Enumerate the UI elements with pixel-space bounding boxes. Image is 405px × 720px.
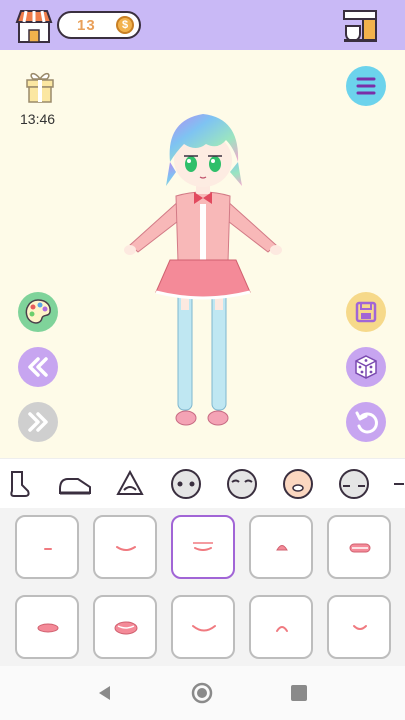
undo-icon [355,411,378,434]
mouth-option[interactable] [249,515,313,579]
face-eyes-icon[interactable] [167,465,205,503]
home-icon[interactable] [191,682,213,704]
mouth-6 [37,623,59,633]
mouth-option[interactable] [249,595,313,659]
gift-icon[interactable] [24,70,56,104]
mouth-10 [353,625,367,630]
mouth-4 [276,545,288,551]
mouth-2 [116,546,136,551]
random-button[interactable] [346,347,386,387]
fast-forward-icon [28,412,48,432]
face-blush-icon[interactable] [335,465,373,503]
save-icon [355,301,377,323]
face-mouth-icon[interactable] [279,465,317,503]
mouth-7 [114,621,138,635]
system-nav-bar [0,666,405,720]
save-button[interactable] [346,292,386,332]
mouth-1 [44,548,52,550]
mouth-8 [192,625,216,632]
recents-icon[interactable] [290,684,308,702]
mouth-5 [349,543,371,553]
mouth-option[interactable] [93,515,157,579]
mouth-option[interactable] [93,595,157,659]
character-figure [124,114,282,426]
mouth-9 [276,626,288,632]
top-bar: 13 $ [0,0,405,50]
palette-icon [25,299,51,324]
dice-icon [355,355,377,379]
nose-icon[interactable] [111,465,149,503]
category-tabs [0,458,405,509]
mouth-option[interactable] [15,515,79,579]
rewind-icon [28,357,48,377]
palette-button[interactable] [18,292,58,332]
coin-counter: 13 $ [57,11,141,39]
rewind-button[interactable] [18,347,58,387]
mouth-options-grid [0,508,405,666]
menu-icon [356,77,376,95]
fast-forward-button[interactable] [18,402,58,442]
mouth-3 [193,542,213,551]
mouth-option-selected[interactable] [171,515,235,579]
mouth-option[interactable] [15,595,79,659]
coin-icon: $ [116,16,134,34]
timer-label: 13:46 [20,111,56,127]
mouth-option[interactable] [171,595,235,659]
menu-button[interactable] [346,66,386,106]
mouth-option[interactable] [327,515,391,579]
undo-button[interactable] [346,402,386,442]
sock-icon[interactable] [0,465,38,503]
shop-icon[interactable] [15,8,53,44]
back-icon[interactable] [95,683,115,703]
mouth-option[interactable] [327,595,391,659]
face-brows-icon[interactable] [223,465,261,503]
coffee-machine-icon[interactable] [341,9,379,43]
coin-count: 13 [77,17,96,34]
more-tabs-icon[interactable] [392,465,405,503]
shoe-icon[interactable] [56,465,94,503]
